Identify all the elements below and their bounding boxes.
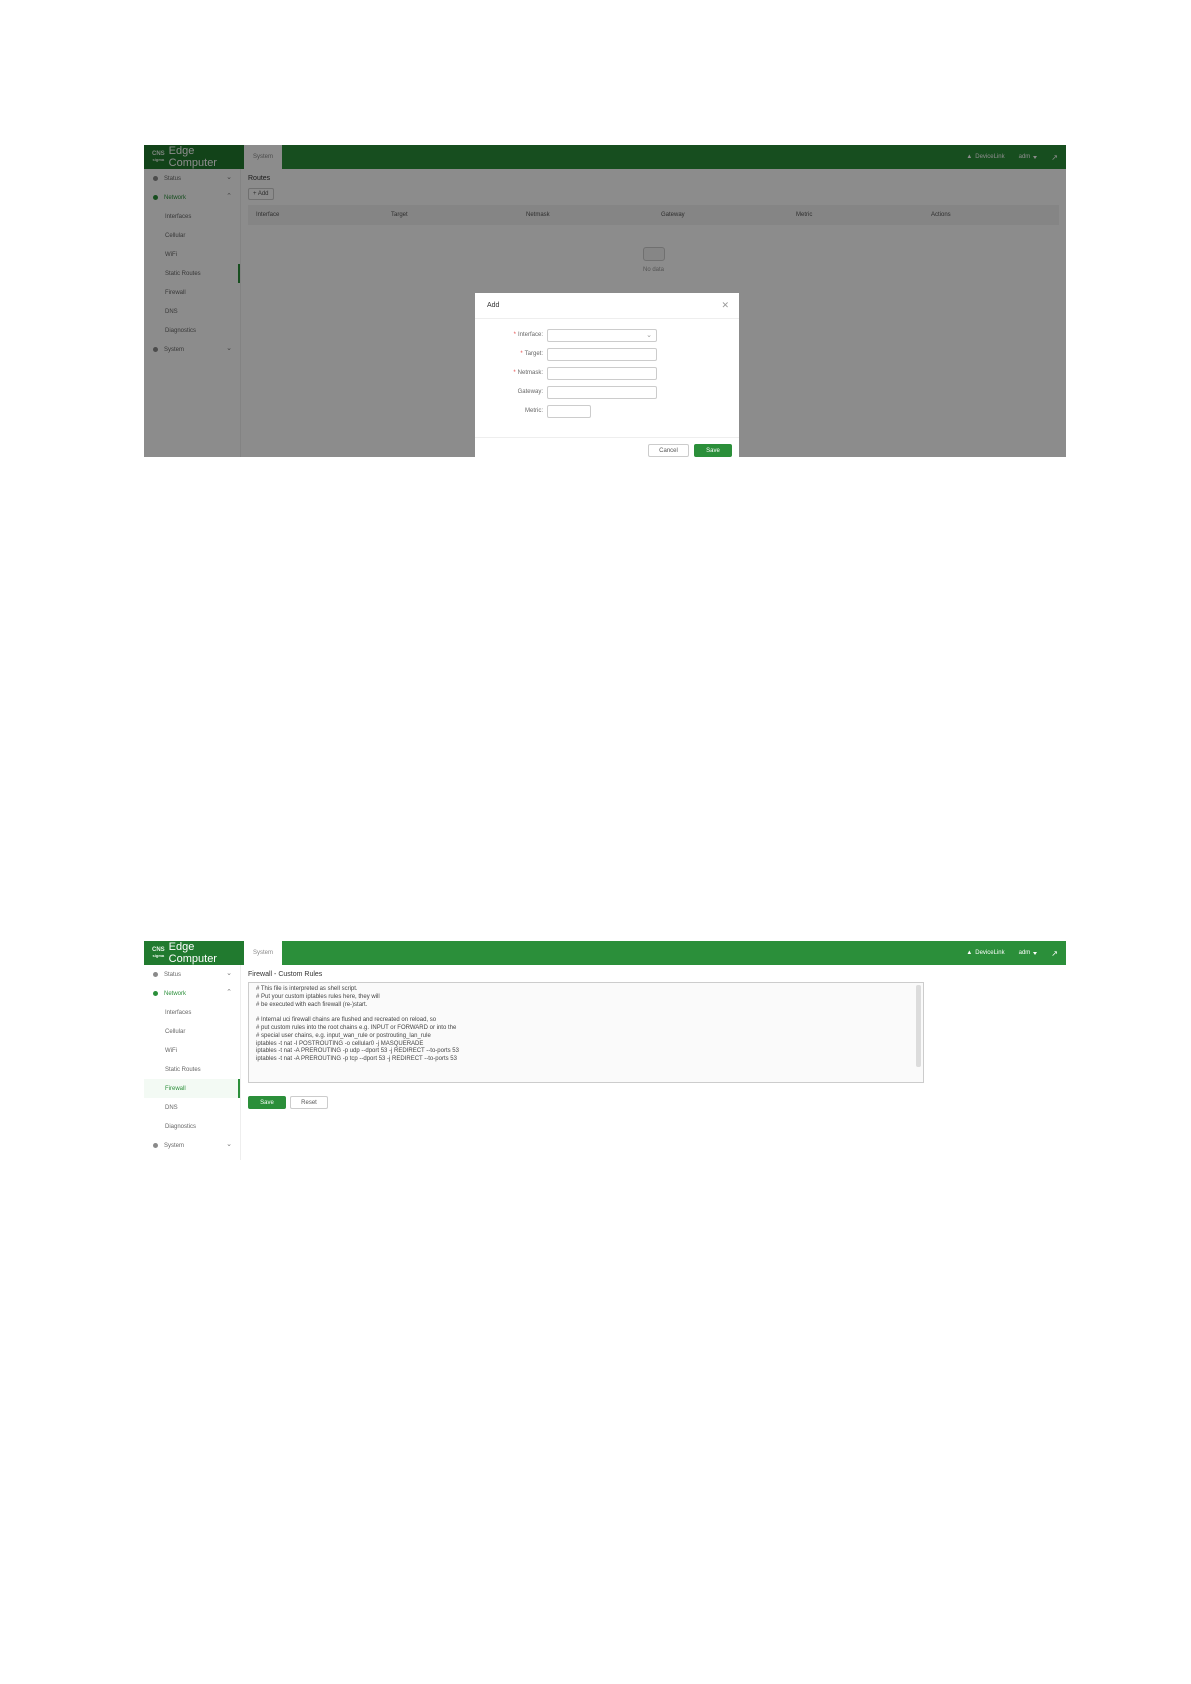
metric-label: Metric:	[525, 408, 543, 414]
sidebar-item-system[interactable]: System ⌄	[144, 1136, 240, 1155]
sidebar: Status ⌄ Network ⌃ Interfaces Cellular W…	[144, 965, 241, 1160]
sidebar-item-wifi[interactable]: WiFi	[144, 1041, 240, 1060]
firewall-screenshot: CNS sigma Edge Computer System ▲ DeviceL…	[144, 941, 1066, 1160]
reset-button[interactable]: Reset	[290, 1096, 328, 1109]
sidebar-item-firewall[interactable]: Firewall	[144, 1079, 240, 1098]
firewall-panel: Firewall - Custom Rules # This file is i…	[241, 965, 1066, 1160]
save-button[interactable]: Save	[694, 444, 732, 457]
code-line: # put custom rules into the root chains …	[256, 1024, 457, 1031]
code-line: # be executed with each firewall (re-)st…	[256, 1001, 368, 1008]
dialog-title: Add	[487, 302, 500, 309]
sidebar-item-cellular[interactable]: Cellular	[144, 1022, 240, 1041]
chevron-down-icon: ⌄	[226, 970, 232, 977]
sidebar-item-diagnostics[interactable]: Diagnostics	[144, 1117, 240, 1136]
cns-logo-icon: CNS sigma	[152, 947, 165, 958]
chevron-down-icon: ⌄	[646, 332, 652, 339]
device-link[interactable]: ▲ DeviceLink	[966, 950, 1004, 956]
custom-rules-editor[interactable]: # This file is interpreted as shell scri…	[248, 982, 924, 1083]
interface-select[interactable]: ⌄	[547, 329, 657, 342]
add-route-dialog: Add ✕ * Interface: ⌄ * Target: * Netmask: G…	[475, 293, 739, 457]
sidebar-item-dns[interactable]: DNS	[144, 1098, 240, 1117]
code-line: # special user chains, e.g. input_wan_ru…	[256, 1032, 431, 1039]
code-line: # This file is interpreted as shell scri…	[256, 986, 358, 992]
tab-system[interactable]: System	[244, 941, 282, 965]
app-logo[interactable]: CNS sigma Edge Computer	[144, 941, 244, 965]
editor-scrollbar[interactable]	[916, 985, 921, 1067]
close-icon[interactable]: ✕	[721, 300, 729, 311]
metric-input[interactable]	[547, 405, 591, 418]
chevron-up-icon: ⌃	[226, 989, 232, 996]
network-icon	[153, 991, 158, 996]
netmask-input[interactable]	[547, 367, 657, 380]
save-button[interactable]: Save	[248, 1096, 286, 1109]
code-line: iptables -t nat -I POSTROUTING -o cellul…	[256, 1040, 424, 1047]
external-link-icon[interactable]: ↗	[1051, 949, 1058, 958]
code-line: # Put your custom iptables rules here, t…	[256, 993, 380, 1000]
page-title: Firewall - Custom Rules	[248, 971, 323, 978]
interface-label: Interface:	[517, 332, 543, 338]
code-line: iptables -t nat -A PREROUTING -p udp --d…	[256, 1048, 459, 1055]
cancel-button[interactable]: Cancel	[648, 444, 689, 457]
static-routes-screenshot: CNS sigma Edge Computer System ▲ DeviceL…	[144, 145, 1066, 457]
gateway-label: Gateway:	[517, 389, 543, 395]
system-icon	[153, 1143, 158, 1148]
devicelink-icon: ▲	[966, 950, 973, 956]
caret-down-icon	[1033, 951, 1038, 955]
sidebar-item-static-routes[interactable]: Static Routes	[144, 1060, 240, 1079]
code-line: # Internal uci firewall chains are flush…	[256, 1017, 437, 1024]
user-menu[interactable]: adm	[1019, 950, 1038, 956]
netmask-label: Netmask:	[517, 370, 543, 376]
target-label: Target:	[524, 351, 543, 357]
app-title: Edge Computer	[168, 941, 217, 965]
code-line: iptables -t nat -A PREROUTING -p tcp --d…	[256, 1056, 457, 1063]
chevron-down-icon: ⌄	[226, 1141, 232, 1148]
sidebar-item-network[interactable]: Network ⌃	[144, 984, 240, 1003]
target-input[interactable]	[547, 348, 657, 361]
gateway-input[interactable]	[547, 386, 657, 399]
status-icon	[153, 972, 158, 977]
sidebar-item-interfaces[interactable]: Interfaces	[144, 1003, 240, 1022]
sidebar-item-status[interactable]: Status ⌄	[144, 965, 240, 984]
top-bar: CNS sigma Edge Computer System ▲ DeviceL…	[144, 941, 1066, 965]
